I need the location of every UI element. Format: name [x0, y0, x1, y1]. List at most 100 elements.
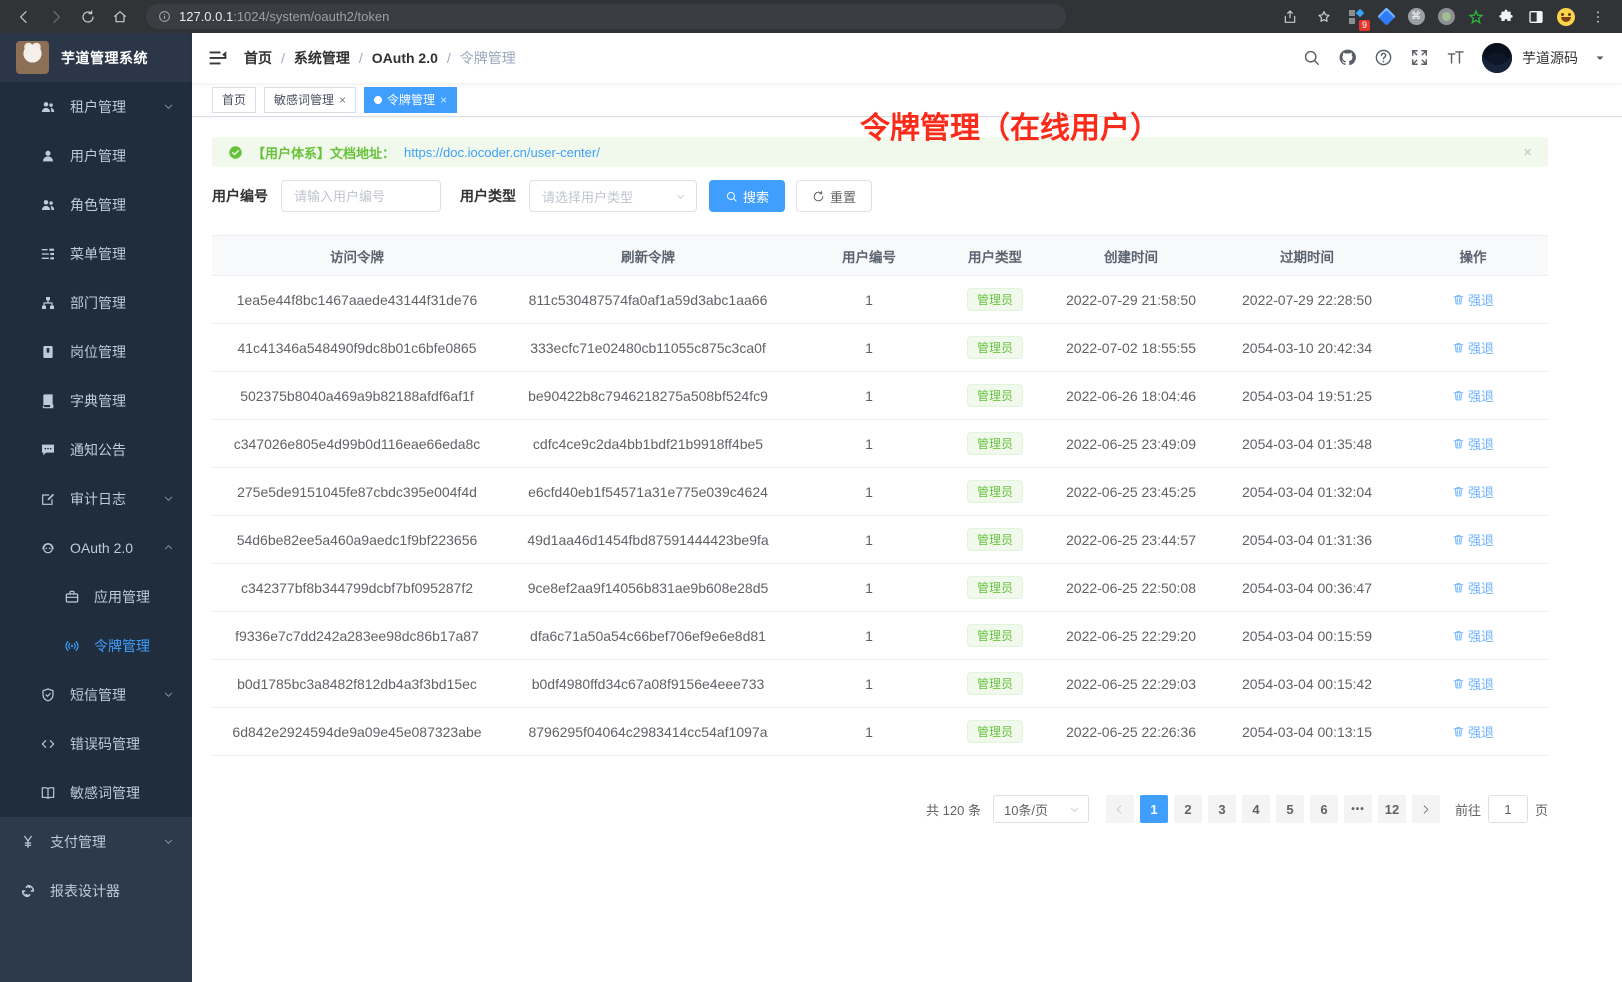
close-icon[interactable]: × [440, 94, 447, 106]
sidebar-item-audit-log[interactable]: 审计日志 [0, 474, 192, 523]
search-button[interactable]: 搜索 [709, 180, 785, 212]
page-button-12[interactable]: 12 [1378, 795, 1406, 823]
bookmark-star-icon[interactable] [1310, 3, 1338, 31]
force-logout-button[interactable]: 强退 [1452, 482, 1494, 501]
caret-down-icon[interactable] [1594, 52, 1606, 64]
sidebar-item-post[interactable]: 岗位管理 [0, 327, 192, 376]
goto-page-input[interactable] [1488, 795, 1528, 823]
alert-link[interactable]: https://doc.iocoder.cn/user-center/ [404, 145, 600, 160]
alert-close-icon[interactable]: × [1523, 144, 1532, 161]
page-size-select[interactable]: 10条/页 [993, 795, 1089, 823]
sidebar-item-tenant[interactable]: 租户管理 [0, 82, 192, 131]
page-button-1[interactable]: 1 [1140, 795, 1168, 823]
page-button-6[interactable]: 6 [1310, 795, 1338, 823]
sidebar-item-error-code[interactable]: 错误码管理 [0, 719, 192, 768]
chevron-down-icon [163, 836, 174, 847]
expires-at-cell: 2054-03-04 01:31:36 [1216, 516, 1398, 564]
action-cell: 强退 [1398, 276, 1548, 324]
profile-emoji-icon[interactable] [1554, 5, 1578, 29]
extensions-puzzle-icon[interactable] [1494, 5, 1518, 29]
user-type-cell: 管理员 [944, 420, 1046, 468]
sidebar-item-pay[interactable]: 支付管理 [0, 817, 192, 866]
sidebar-item-label: 支付管理 [50, 832, 106, 852]
user-type-select[interactable]: 请选择用户类型 [529, 180, 697, 212]
sidebar-item-oauth2-app[interactable]: 应用管理 [0, 572, 192, 621]
sidebar-item-oauth2[interactable]: OAuth 2.0 [0, 523, 192, 572]
tab-令牌管理[interactable]: 令牌管理× [364, 87, 457, 113]
sidebar-item-label: 租户管理 [70, 97, 126, 117]
sidebar-item-sms[interactable]: 短信管理 [0, 670, 192, 719]
back-icon[interactable] [10, 3, 38, 31]
green-star-extension-icon[interactable] [1464, 5, 1488, 29]
reset-button[interactable]: 重置 [796, 180, 872, 212]
page-button-2[interactable]: 2 [1174, 795, 1202, 823]
sidebar-item-dept[interactable]: 部门管理 [0, 278, 192, 327]
username[interactable]: 芋道源码 [1522, 48, 1578, 68]
help-icon[interactable] [1374, 48, 1394, 68]
browser-menu-icon[interactable] [1584, 3, 1612, 31]
column-header: 用户编号 [794, 236, 944, 276]
sidebar-item-role[interactable]: 角色管理 [0, 180, 192, 229]
font-size-icon[interactable] [1446, 48, 1466, 68]
sidebar-item-oauth2-token[interactable]: 令牌管理 [0, 621, 192, 670]
page-button-3[interactable]: 3 [1208, 795, 1236, 823]
force-logout-button[interactable]: 强退 [1452, 578, 1494, 597]
action-cell: 强退 [1398, 564, 1548, 612]
sidebar-item-sensitive[interactable]: 敏感词管理 [0, 768, 192, 817]
home-icon[interactable] [106, 3, 134, 31]
breadcrumb-item[interactable]: OAuth 2.0 [372, 50, 438, 66]
hamburger-icon[interactable] [208, 48, 228, 68]
created-at-cell: 2022-07-29 21:58:50 [1046, 276, 1216, 324]
force-logout-button[interactable]: 强退 [1452, 722, 1494, 741]
refresh-token-cell: 9ce8ef2aa9f14056b831ae9b608e28d5 [502, 564, 794, 612]
gem-extension-icon[interactable] [1374, 5, 1398, 29]
sidebar-item-dict[interactable]: 字典管理 [0, 376, 192, 425]
force-logout-button[interactable]: 强退 [1452, 674, 1494, 693]
github-icon[interactable] [1338, 48, 1358, 68]
user-id-input[interactable] [281, 180, 441, 212]
tab-首页[interactable]: 首页 [212, 87, 256, 113]
breadcrumb-separator: / [359, 50, 363, 66]
force-logout-button[interactable]: 强退 [1452, 338, 1494, 357]
action-cell: 强退 [1398, 324, 1548, 372]
page-button-4[interactable]: 4 [1242, 795, 1270, 823]
force-logout-button[interactable]: 强退 [1452, 626, 1494, 645]
breadcrumb-item: 令牌管理 [460, 48, 516, 68]
sidebar-item-report[interactable]: 报表设计器 [0, 866, 192, 915]
force-logout-button[interactable]: 强退 [1452, 434, 1494, 453]
navbar: 首页/系统管理/OAuth 2.0/令牌管理 芋道源码 [192, 33, 1622, 83]
more-pages-button[interactable]: ••• [1344, 795, 1372, 823]
app-logo-bar[interactable]: 芋道管理系统 [0, 33, 192, 82]
avatar[interactable] [1482, 43, 1512, 73]
loop-icon [20, 883, 36, 899]
next-page-button[interactable] [1412, 795, 1440, 823]
tab-敏感词管理[interactable]: 敏感词管理× [264, 87, 356, 113]
sidebar-item-label: 通知公告 [70, 440, 126, 460]
sidebar-item-notice[interactable]: 通知公告 [0, 425, 192, 474]
prev-page-button[interactable] [1106, 795, 1134, 823]
user-id-cell: 1 [794, 324, 944, 372]
sidebar-item-user[interactable]: 用户管理 [0, 131, 192, 180]
search-icon[interactable] [1302, 48, 1322, 68]
site-info-icon[interactable] [158, 10, 171, 23]
recorder-extension-icon[interactable] [1434, 5, 1458, 29]
forward-icon[interactable] [42, 3, 70, 31]
side-panel-icon[interactable] [1524, 5, 1548, 29]
fullscreen-icon[interactable] [1410, 48, 1430, 68]
force-logout-button[interactable]: 强退 [1452, 386, 1494, 405]
edit-icon [40, 491, 56, 507]
command-extension-icon[interactable]: ⌘ [1404, 5, 1428, 29]
page-button-5[interactable]: 5 [1276, 795, 1304, 823]
url-bar[interactable]: 127.0.0.1:1024/system/oauth2/token [146, 4, 1066, 29]
force-logout-button[interactable]: 强退 [1452, 290, 1494, 309]
close-icon[interactable]: × [339, 94, 346, 106]
active-dot [374, 96, 382, 104]
reload-icon[interactable] [74, 3, 102, 31]
breadcrumb-item[interactable]: 系统管理 [294, 48, 350, 68]
breadcrumb-item[interactable]: 首页 [244, 48, 272, 68]
force-logout-button[interactable]: 强退 [1452, 530, 1494, 549]
sidebar-item-menu[interactable]: 菜单管理 [0, 229, 192, 278]
chevron-up-icon [163, 542, 174, 553]
proxy-extension-icon[interactable]: 9 [1344, 5, 1368, 29]
share-icon[interactable] [1276, 3, 1304, 31]
